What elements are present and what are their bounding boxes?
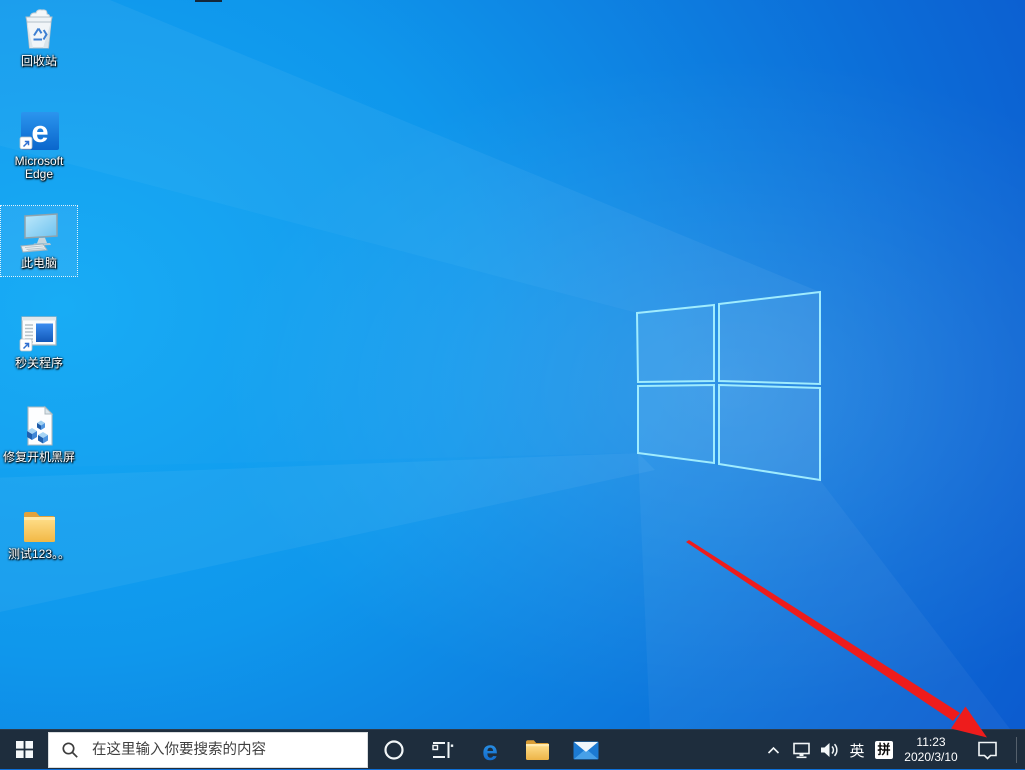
desktop-icon-this-pc[interactable]: 此电脑 (0, 205, 78, 277)
edge-taskbar-button[interactable]: e (466, 730, 514, 770)
taskbar: e (0, 729, 1025, 769)
speaker-icon (821, 743, 838, 757)
icon-label: 回收站 (20, 54, 57, 68)
cortana-icon (384, 740, 404, 760)
action-center-button[interactable] (964, 730, 1010, 770)
mail-button[interactable] (562, 730, 610, 770)
wallpaper-windows-logo (0, 0, 1025, 729)
edge-icon: e (482, 735, 498, 765)
action-center-icon (977, 741, 997, 760)
top-edge-mark (195, 0, 222, 2)
desktop-icon-microsoft-edge[interactable]: e Microsoft Edge (1, 104, 77, 181)
registry-file-icon (27, 405, 54, 446)
clock[interactable]: 11:23 2020/3/10 (898, 730, 964, 770)
taskbar-search-box[interactable] (48, 732, 368, 768)
this-pc-icon (20, 213, 58, 253)
recycle-bin-icon (25, 9, 53, 49)
program-icon (19, 316, 57, 352)
icon-label: 修复开机黑屏 (2, 450, 75, 464)
search-icon (62, 742, 78, 758)
windows-logo-icon (15, 741, 33, 758)
tray-date: 2020/3/10 (904, 750, 958, 764)
task-view-button[interactable] (418, 730, 466, 770)
network-status-button[interactable] (786, 730, 816, 770)
desktop-surface[interactable]: 回收站 e Microsoft Edge 此电脑 秒关程序 修复开机黑屏 测试1… (0, 0, 1025, 729)
edge-icon: e (19, 112, 59, 150)
folder-icon (24, 512, 55, 542)
ime-mode-button[interactable]: 拼 (870, 730, 898, 770)
task-view-icon (432, 742, 454, 758)
volume-button[interactable] (816, 730, 844, 770)
tray-overflow-button[interactable] (760, 730, 786, 770)
search-input[interactable] (90, 741, 357, 759)
chevron-up-icon (767, 746, 779, 754)
svg-text:e: e (31, 114, 48, 149)
tray-time: 11:23 (916, 735, 946, 749)
desktop-icon-test-folder[interactable]: 测试123。。 (1, 497, 77, 561)
icon-label: Microsoft Edge (14, 154, 64, 181)
desktop-icon-second-close-app[interactable]: 秒关程序 (1, 306, 77, 370)
start-button[interactable] (0, 730, 48, 770)
icon-label: 此电脑 (20, 256, 57, 270)
desktop-icon-fix-boot-black-screen[interactable]: 修复开机黑屏 (1, 400, 77, 464)
show-desktop-button[interactable] (1017, 730, 1025, 770)
icon-label: 秒关程序 (14, 356, 63, 370)
network-ethernet-icon (792, 742, 810, 758)
mail-icon (573, 741, 599, 759)
language-indicator[interactable]: 英 (844, 730, 870, 770)
ime-pinyin-icon: 拼 (875, 741, 893, 759)
desktop-icon-recycle-bin[interactable]: 回收站 (1, 4, 77, 68)
file-explorer-button[interactable] (514, 730, 562, 770)
svg-text:e: e (482, 735, 498, 765)
cortana-button[interactable] (370, 730, 418, 770)
file-explorer-icon (526, 740, 549, 760)
icon-label: 测试123。。 (7, 547, 71, 561)
